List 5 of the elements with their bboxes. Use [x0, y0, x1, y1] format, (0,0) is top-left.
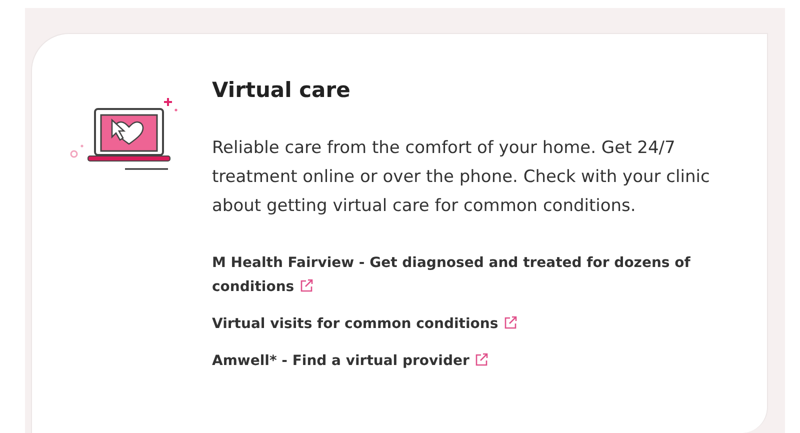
card-title: Virtual care	[212, 78, 352, 102]
resource-link[interactable]: Virtual visits for common conditions	[212, 312, 752, 336]
resource-link[interactable]: M Health Fairview - Get diagnosed and treated for dozens of conditions	[212, 251, 752, 299]
card-description: Reliable care from the comfort of your home. Get 24/7 treatment online or over the phone. Check with your clinic about getting virtual care for common conditions.	[212, 137, 711, 218]
resource-link[interactable]: Amwell* - Find a virtual provider	[212, 349, 752, 373]
